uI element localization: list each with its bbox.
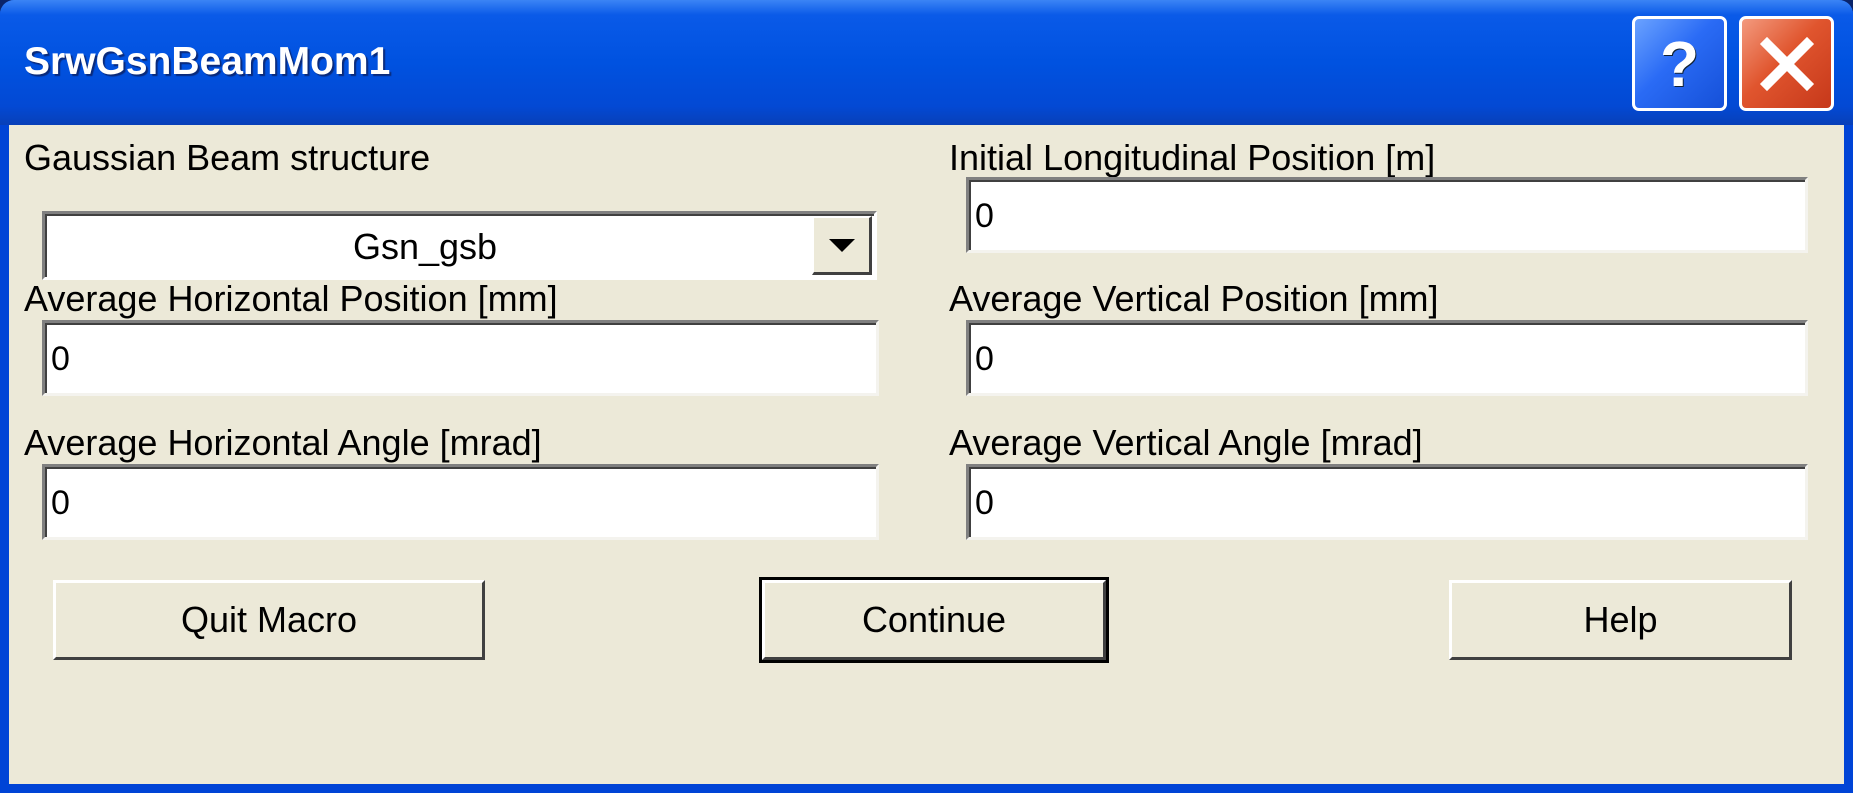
continue-button[interactable]: Continue — [759, 577, 1109, 663]
avg-horizontal-position-value: 0 — [51, 340, 70, 378]
avg-vertical-position-value: 0 — [975, 340, 994, 378]
dialog-body: Gaussian Beam structure Gsn_gsb Average … — [9, 125, 1844, 784]
avg-horizontal-angle-field[interactable]: 0 — [42, 464, 879, 540]
avg-horizontal-position-field[interactable]: 0 — [42, 320, 879, 396]
close-icon — [1759, 36, 1814, 91]
avg-vertical-angle-field[interactable]: 0 — [966, 464, 1808, 540]
close-button[interactable] — [1739, 16, 1834, 111]
beam-structure-value: Gsn_gsb — [352, 226, 498, 267]
window-title: SrwGsnBeamMom1 — [24, 40, 391, 83]
avg-horizontal-angle-label: Average Horizontal Angle [mrad] — [24, 422, 542, 463]
beam-structure-select[interactable]: Gsn_gsb — [42, 211, 877, 280]
title-bar[interactable]: SrwGsnBeamMom1 ? — [0, 0, 1853, 125]
initial-longitudinal-position-value: 0 — [975, 197, 994, 235]
initial-longitudinal-position-field[interactable]: 0 — [966, 177, 1808, 253]
avg-horizontal-position-label: Average Horizontal Position [mm] — [24, 278, 558, 319]
beam-structure-label: Gaussian Beam structure — [24, 137, 431, 178]
chevron-down-icon — [828, 238, 855, 252]
avg-vertical-angle-value: 0 — [975, 484, 994, 522]
avg-vertical-angle-label: Average Vertical Angle [mrad] — [949, 422, 1423, 463]
avg-vertical-position-field[interactable]: 0 — [966, 320, 1808, 396]
help-button[interactable]: Help — [1449, 580, 1792, 660]
avg-vertical-position-label: Average Vertical Position [mm] — [949, 278, 1439, 319]
avg-horizontal-angle-value: 0 — [51, 484, 70, 522]
help-titlebar-button[interactable]: ? — [1632, 16, 1727, 111]
dropdown-button[interactable] — [812, 216, 872, 275]
question-mark-icon: ? — [1659, 27, 1700, 100]
initial-longitudinal-position-label: Initial Longitudinal Position [m] — [949, 137, 1436, 178]
quit-macro-button[interactable]: Quit Macro — [53, 580, 485, 660]
dialog-window: SrwGsnBeamMom1 ? Gaussian Beam structure… — [0, 0, 1853, 793]
